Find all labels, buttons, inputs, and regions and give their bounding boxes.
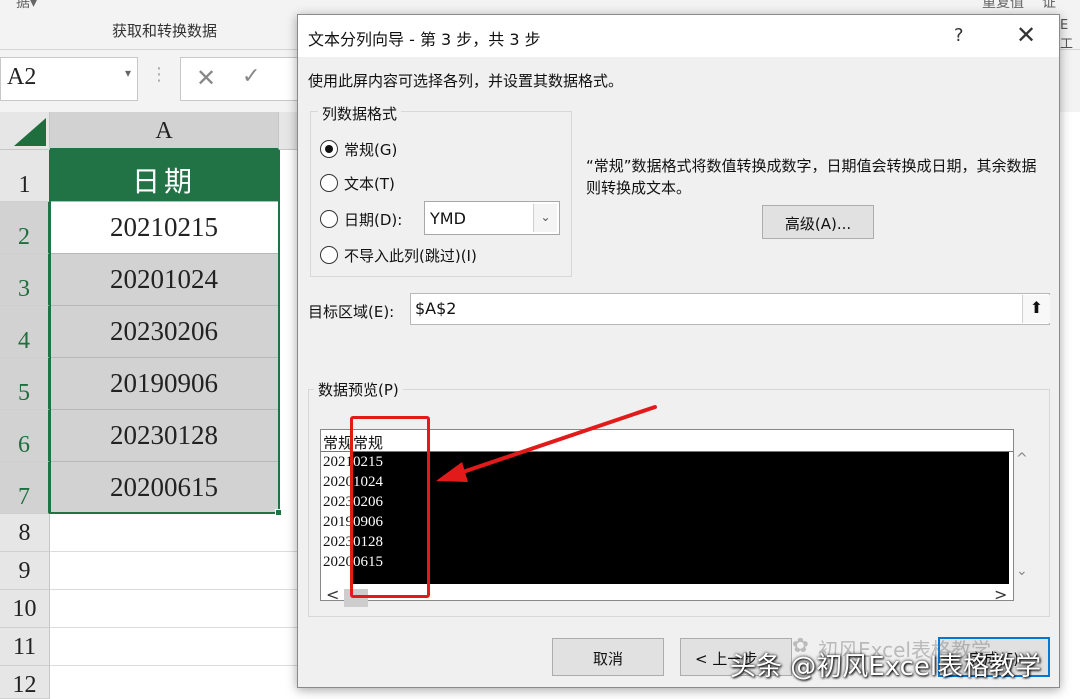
- date-format-value: YMD: [430, 209, 466, 228]
- row-header-3[interactable]: 3: [0, 254, 50, 306]
- radio-skip-label: 不导入此列(跳过)(I): [344, 246, 477, 265]
- enter-edit-icon[interactable]: ✓: [242, 64, 260, 89]
- column-format-legend: 列数据格式: [318, 103, 402, 124]
- dialog-title: 文本分列向导 - 第 3 步，共 3 步: [308, 30, 541, 49]
- grid-line: [50, 665, 300, 666]
- cancel-button[interactable]: 取消: [552, 638, 664, 676]
- select-all-triangle-icon: [14, 118, 46, 146]
- format-description: “常规”数据格式将数值转换成数字，日期值会转换成日期，其余数据则转换成文本。: [586, 157, 1037, 197]
- radio-date-indicator[interactable]: [320, 210, 338, 228]
- advanced-button[interactable]: 高级(A)...: [762, 205, 874, 239]
- radio-date[interactable]: 日期(D):: [320, 207, 402, 231]
- preview-row-left: 2023: [323, 534, 353, 550]
- ribbon-group-label: 获取和转换数据: [112, 22, 218, 40]
- chevron-down-icon[interactable]: ▾: [125, 66, 131, 81]
- radio-general-label: 常规(G): [344, 140, 398, 159]
- row-header-6[interactable]: 6: [0, 410, 50, 462]
- radio-text-indicator[interactable]: [320, 174, 338, 192]
- row-header-4[interactable]: 4: [0, 306, 50, 358]
- dialog-instruction: 使用此屏内容可选择各列，并设置其数据格式。: [308, 72, 624, 90]
- close-icon[interactable]: ✕: [1016, 21, 1036, 49]
- chevron-down-icon[interactable]: ⌄: [533, 204, 557, 232]
- ribbon-top-strip: 据▾ 重复值 证: [0, 0, 1080, 12]
- preview-row-left: 2021: [323, 454, 353, 470]
- dialog-titlebar[interactable]: 文本分列向导 - 第 3 步，共 3 步 ? ✕: [298, 15, 1059, 57]
- formula-bar-separator-icon: ⋮: [150, 64, 168, 85]
- destination-value: $A$2: [415, 299, 457, 318]
- watermark-text: 头条 @初风Excel表格教学: [730, 652, 1042, 682]
- fill-handle[interactable]: [275, 509, 282, 516]
- scroll-down-icon[interactable]: ⌄: [1016, 563, 1028, 579]
- destination-input[interactable]: $A$2: [410, 293, 1050, 325]
- radio-general-indicator[interactable]: [320, 140, 338, 158]
- preview-row-left: 2023: [323, 494, 353, 510]
- data-preview-legend: 数据预览(P): [314, 379, 403, 400]
- ribbon-partial-right-1[interactable]: 重复值: [982, 0, 1024, 12]
- column-header-a[interactable]: A: [50, 112, 279, 150]
- row-header-7[interactable]: 7: [0, 462, 50, 514]
- grid-line: [50, 551, 300, 552]
- scroll-left-icon[interactable]: <: [326, 585, 339, 604]
- grid-line: [50, 589, 300, 590]
- row-header-2[interactable]: 2: [0, 202, 50, 254]
- radio-text[interactable]: 文本(T): [320, 171, 395, 195]
- row-header-9[interactable]: 9: [0, 552, 50, 590]
- scroll-right-icon[interactable]: >: [994, 585, 1007, 604]
- scroll-up-icon[interactable]: ^: [1016, 451, 1028, 467]
- name-box[interactable]: A2 ▾: [0, 57, 138, 101]
- ribbon-partial-right-2[interactable]: 证: [1042, 0, 1056, 12]
- row-header-8[interactable]: 8: [0, 514, 50, 552]
- name-box-value: A2: [7, 64, 37, 90]
- ribbon-partial-far-right[interactable]: E工: [1060, 18, 1080, 52]
- preview-row-left: 2020: [323, 554, 353, 570]
- row-header-12[interactable]: 12: [0, 666, 50, 699]
- preview-row-left: 2020: [323, 474, 353, 490]
- ribbon-partial-left[interactable]: 据▾: [16, 0, 37, 12]
- date-format-select[interactable]: YMD ⌄: [424, 201, 560, 235]
- destination-label: 目标区域(E):: [308, 303, 395, 321]
- row-header-11[interactable]: 11: [0, 628, 50, 666]
- selection-border: [49, 150, 280, 514]
- radio-skip[interactable]: 不导入此列(跳过)(I): [320, 243, 477, 267]
- radio-text-label: 文本(T): [344, 174, 395, 193]
- row-header-5[interactable]: 5: [0, 358, 50, 410]
- row-header-1[interactable]: 1: [0, 150, 50, 202]
- grid-line: [50, 627, 300, 628]
- preview-row-left: 2019: [323, 514, 353, 530]
- row-header-10[interactable]: 10: [0, 590, 50, 628]
- cancel-edit-icon[interactable]: ✕: [196, 64, 216, 92]
- annotation-highlight-box: [350, 416, 430, 598]
- radio-skip-indicator[interactable]: [320, 246, 338, 264]
- radio-date-label: 日期(D):: [344, 210, 403, 229]
- help-icon[interactable]: ?: [954, 25, 964, 46]
- range-picker-icon[interactable]: ⬆: [1022, 295, 1050, 323]
- radio-general[interactable]: 常规(G): [320, 137, 397, 161]
